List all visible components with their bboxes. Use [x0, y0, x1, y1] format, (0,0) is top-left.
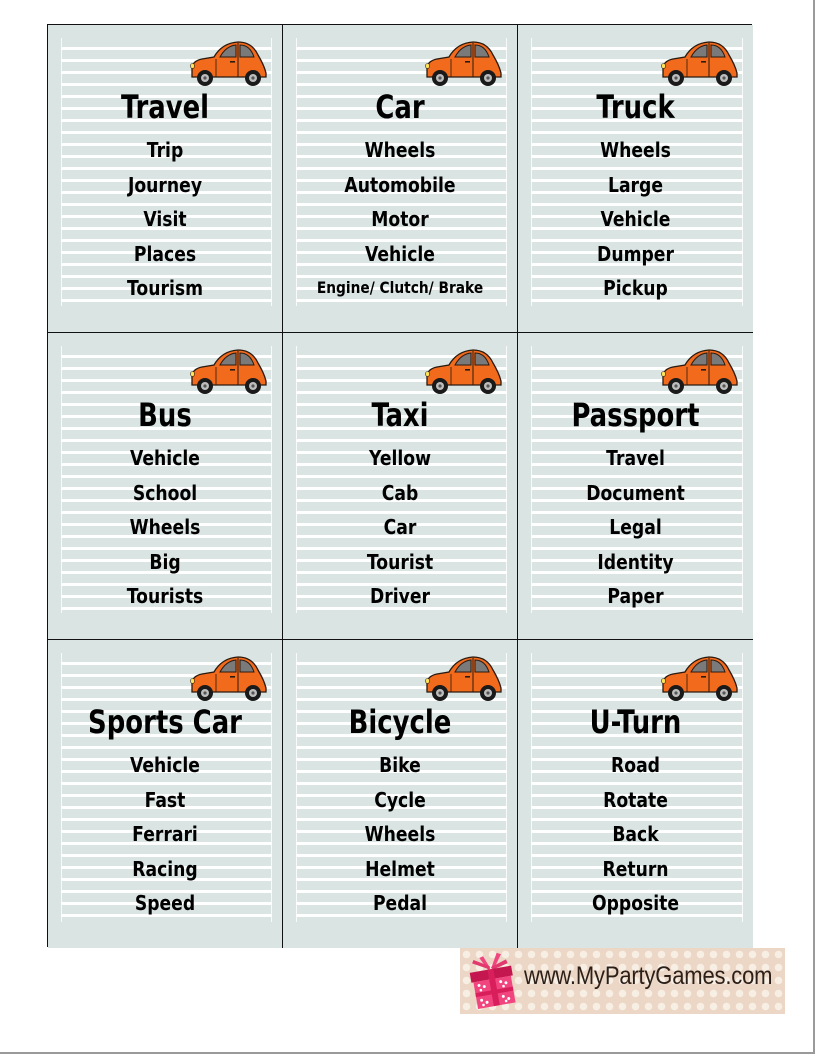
taboo-card: Bicycle Bike Cycle Wheels Helmet Pedal	[283, 640, 518, 948]
taboo-word: Dumper	[597, 241, 674, 266]
taboo-word: Identity	[597, 549, 674, 574]
taboo-word: Legal	[609, 515, 662, 539]
taboo-word: Engine/ Clutch/ Brake	[316, 278, 484, 297]
page-edge-right	[813, 0, 815, 1053]
taboo-word: Visit	[143, 207, 187, 231]
taboo-word: Wheels	[600, 138, 671, 162]
taboo-word: Travel	[606, 446, 665, 470]
taboo-card: Bus Vehicle School Wheels Big Tourists	[48, 333, 283, 640]
card-title: Truck	[596, 88, 675, 126]
taboo-word: Vehicle	[130, 753, 200, 777]
taboo-word: Tourists	[126, 584, 204, 608]
taboo-word: Opposite	[591, 891, 680, 915]
taboo-word: Back	[612, 822, 659, 846]
card-title: U-Turn	[589, 703, 682, 741]
taboo-card: Passport Travel Document Legal Identity …	[518, 333, 753, 640]
taboo-word: Car	[383, 515, 417, 539]
card-title: Bicycle	[348, 703, 452, 741]
taboo-word: Vehicle	[365, 241, 435, 266]
taboo-word: Cycle	[374, 787, 426, 812]
taboo-word: Wheels	[364, 138, 436, 162]
taboo-word: Vehicle	[130, 446, 200, 470]
taboo-word: Driver	[369, 584, 431, 608]
taboo-word: Trip	[146, 138, 184, 162]
taboo-word: Cab	[381, 480, 419, 505]
taboo-word: Rotate	[603, 787, 668, 812]
taboo-card: U-Turn Road Rotate Back Return Opposite	[518, 640, 753, 948]
taboo-card-grid: Travel Trip Journey Visit Places Tourism…	[47, 24, 753, 948]
orange-car-icon	[425, 656, 502, 701]
taboo-word: Helmet	[365, 856, 435, 881]
card-title: Bus	[138, 396, 192, 434]
taboo-word: Return	[602, 856, 669, 881]
taboo-card: Travel Trip Journey Visit Places Tourism	[48, 25, 283, 333]
taboo-word: School	[132, 480, 198, 505]
taboo-word: Bike	[379, 753, 421, 777]
card-title: Car	[375, 88, 425, 126]
orange-car-icon	[661, 349, 738, 394]
orange-car-icon	[190, 349, 267, 394]
card-title: Taxi	[371, 396, 429, 434]
site-banner[interactable]: www.MyPartyGames.com	[460, 948, 785, 1014]
taboo-word: Big	[149, 549, 181, 574]
taboo-word: Wheels	[129, 515, 201, 539]
taboo-word: Large	[607, 172, 664, 197]
taboo-word: Pickup	[603, 276, 668, 300]
card-title: Travel	[120, 88, 210, 126]
taboo-word: Yellow	[368, 446, 432, 470]
orange-car-icon	[190, 41, 267, 86]
orange-car-icon	[425, 41, 502, 86]
taboo-word: Wheels	[364, 822, 436, 846]
taboo-word: Vehicle	[600, 207, 671, 231]
taboo-word: Tourist	[366, 549, 434, 574]
taboo-card: Car Wheels Automobile Motor Vehicle Engi…	[283, 25, 518, 333]
taboo-card: Taxi Yellow Cab Car Tourist Driver	[283, 333, 518, 640]
taboo-word: Pedal	[372, 891, 428, 915]
taboo-word: Places	[133, 241, 197, 266]
site-url-link[interactable]: www.MyPartyGames.com	[524, 962, 772, 991]
card-title: Passport	[571, 396, 700, 434]
card-title: Sports Car	[88, 703, 242, 741]
taboo-word: Fast	[144, 787, 186, 812]
gift-box-icon	[469, 952, 516, 1009]
taboo-card: Sports Car Vehicle Fast Ferrari Racing S…	[48, 640, 283, 948]
orange-car-icon	[190, 656, 267, 701]
taboo-word: Automobile	[344, 172, 456, 197]
taboo-word: Paper	[607, 584, 664, 608]
page-edge-bottom	[0, 1052, 815, 1054]
taboo-word: Racing	[132, 856, 198, 881]
taboo-word: Ferrari	[132, 822, 198, 846]
orange-car-icon	[661, 41, 738, 86]
taboo-word: Document	[586, 480, 685, 505]
taboo-word: Speed	[134, 891, 196, 915]
orange-car-icon	[661, 656, 738, 701]
taboo-card: Truck Wheels Large Vehicle Dumper Pickup	[518, 25, 753, 333]
taboo-word: Journey	[127, 172, 203, 197]
orange-car-icon	[425, 349, 502, 394]
taboo-word: Motor	[371, 207, 429, 231]
taboo-word: Road	[611, 753, 660, 777]
taboo-word: Tourism	[126, 276, 204, 300]
